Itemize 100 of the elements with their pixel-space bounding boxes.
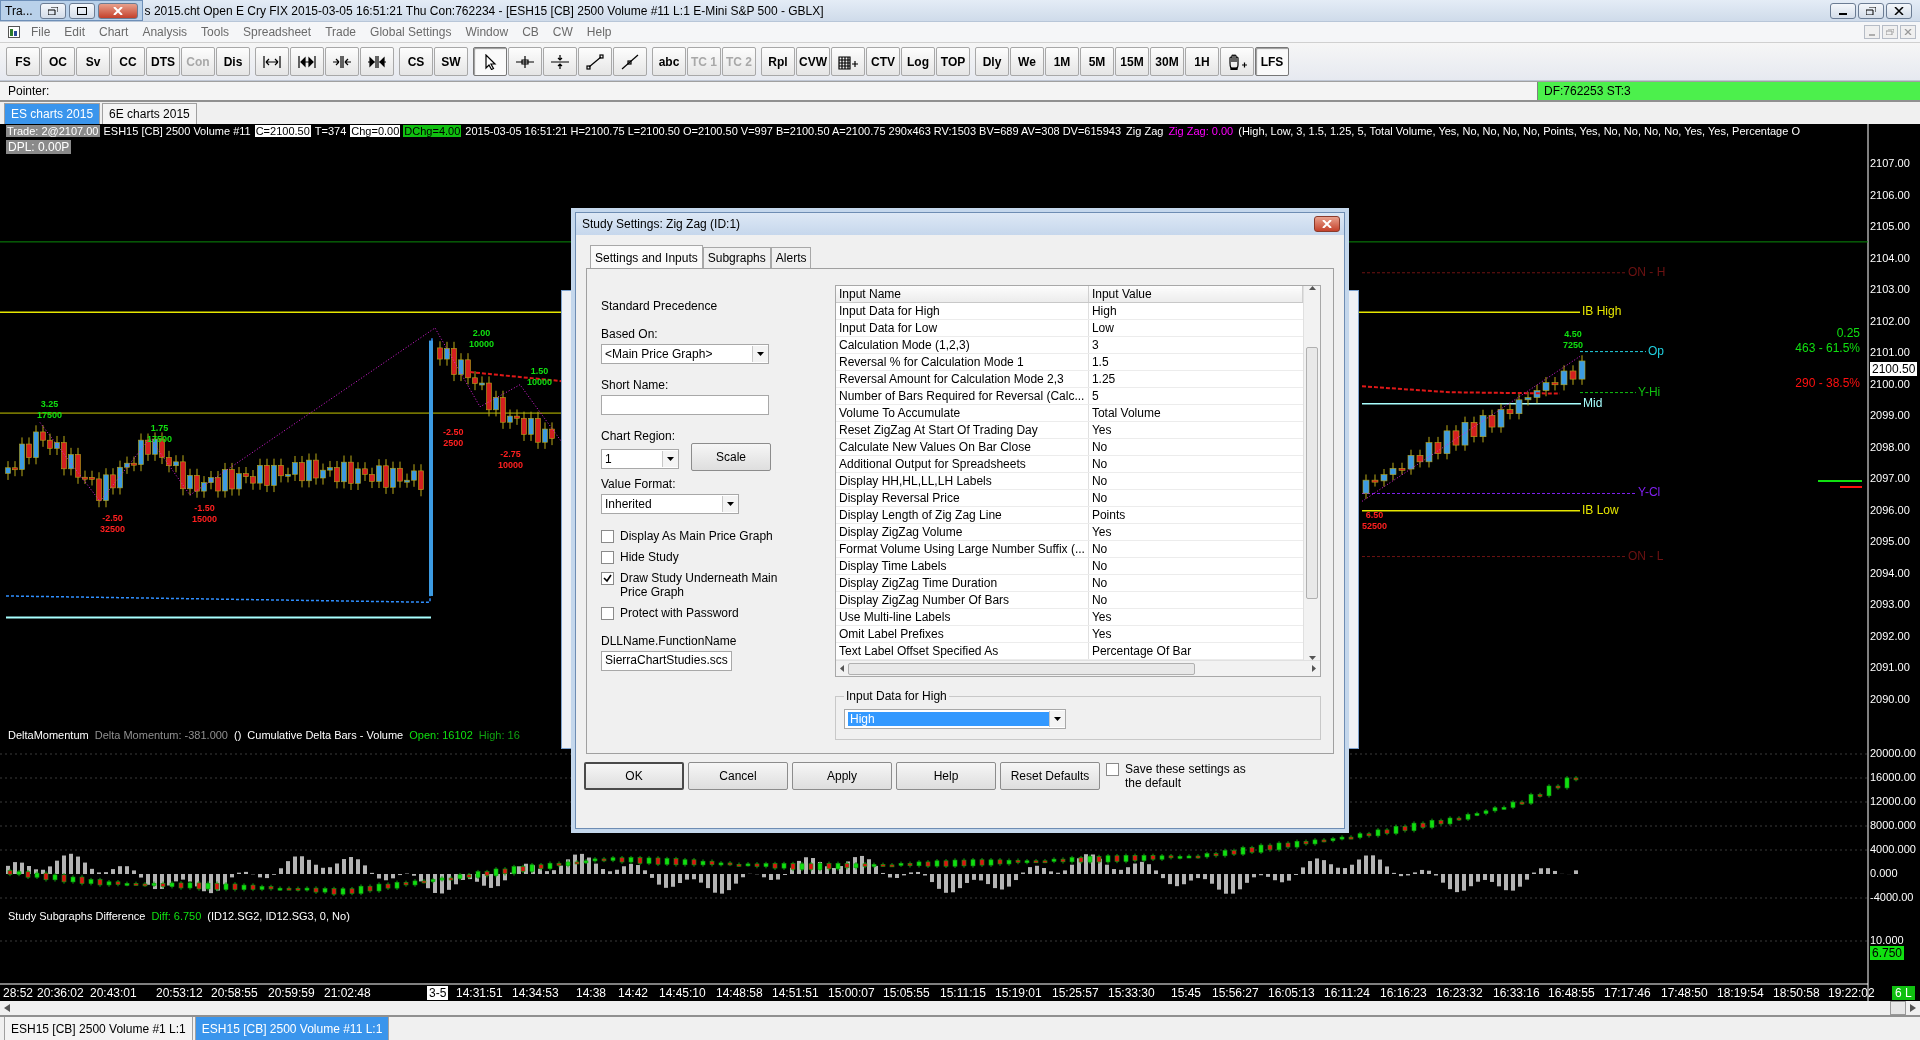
toolbar-button[interactable]: 15M xyxy=(1115,47,1149,76)
chart-tab[interactable]: ESH15 [CB] 2500 Volume #1 L:1 xyxy=(4,1017,193,1040)
table-cell[interactable]: Reversal Amount for Calculation Mode 2,3 xyxy=(836,370,1089,388)
toolbar-button[interactable]: CS xyxy=(399,47,433,76)
table-cell[interactable]: No xyxy=(1088,455,1303,473)
toolbar-button[interactable]: TOP xyxy=(936,47,970,76)
chart-info-text: DChg=4.00 xyxy=(403,125,462,137)
dialog-button[interactable]: Reset Defaults xyxy=(1000,762,1100,790)
dialog-button[interactable]: OK xyxy=(584,762,684,790)
toolbar-button[interactable]: 30M xyxy=(1150,47,1184,76)
table-cell[interactable]: Input Data for High xyxy=(836,302,1089,320)
table-cell[interactable]: 5 xyxy=(1088,387,1303,405)
toolbar-button[interactable]: We xyxy=(1010,47,1044,76)
table-cell[interactable]: Input Data for Low xyxy=(836,319,1089,337)
chartbook-tab[interactable]: 6E charts 2015 xyxy=(102,103,197,124)
table-cell[interactable]: No xyxy=(1088,591,1303,609)
table-cell[interactable]: Text Label Offset Specified As xyxy=(836,642,1089,660)
table-cell[interactable]: Volume To Accumulate xyxy=(836,404,1089,422)
table-cell[interactable]: 1.5 xyxy=(1088,353,1303,371)
time-label: 14:42 xyxy=(618,986,649,1000)
axis-label: 2100.00 xyxy=(1870,377,1910,390)
price-label: 2100.50 xyxy=(1870,361,1918,376)
table-cell[interactable]: Use Multi-line Labels xyxy=(836,608,1089,626)
table-cell[interactable]: No xyxy=(1088,540,1303,558)
table-cell[interactable]: Display HH,HL,LL,LH Labels xyxy=(836,472,1089,490)
menu-item[interactable]: File xyxy=(24,25,58,39)
time-label: 14:38 xyxy=(576,986,607,1000)
dialog-button[interactable]: Apply xyxy=(792,762,892,790)
table-cell[interactable]: Calculation Mode (1,2,3) xyxy=(836,336,1089,354)
table-cell[interactable]: Low xyxy=(1088,319,1303,337)
table-cell[interactable]: Yes xyxy=(1088,421,1303,439)
table-cell[interactable]: Yes xyxy=(1088,608,1303,626)
column-header[interactable]: Input Value xyxy=(1088,286,1303,303)
toolbar-button[interactable]: abc xyxy=(652,47,686,76)
table-cell[interactable]: Display ZigZag Volume xyxy=(836,523,1089,541)
table-cell[interactable]: Yes xyxy=(1088,523,1303,541)
table-cell[interactable]: Reversal % for Calculation Mode 1 xyxy=(836,353,1089,371)
toolbar-button[interactable]: Dly xyxy=(975,47,1009,76)
input-field[interactable]: SierraChartStudies.scs xyxy=(601,651,732,671)
table-cell[interactable]: Display Reversal Price xyxy=(836,489,1089,507)
toolbar-button[interactable]: CTV xyxy=(866,47,900,76)
scale-button[interactable]: Scale xyxy=(691,443,771,471)
toolbar-button[interactable]: OC xyxy=(41,47,75,76)
toolbar-button[interactable]: DTS xyxy=(146,47,180,76)
table-cell[interactable]: Additional Output for Spreadsheets xyxy=(836,455,1089,473)
toolbar-button[interactable]: LFS xyxy=(1255,47,1289,76)
menu-item[interactable]: Help xyxy=(579,25,619,39)
menu-item[interactable]: Edit xyxy=(57,25,93,39)
table-cell[interactable]: Display ZigZag Number Of Bars xyxy=(836,591,1089,609)
table-cell[interactable]: Points xyxy=(1088,506,1303,524)
menu-item[interactable]: Global Settings xyxy=(363,25,459,39)
toolbar-button[interactable]: 5M xyxy=(1080,47,1114,76)
dialog-tab[interactable]: Settings and Inputs xyxy=(590,245,703,268)
table-cell[interactable]: Percentage Of Bar xyxy=(1088,642,1303,660)
dialog-tab[interactable]: Subgraphs xyxy=(702,247,771,268)
dialog-button[interactable]: Cancel xyxy=(688,762,788,790)
toolbar-button[interactable]: SW xyxy=(434,47,468,76)
table-cell[interactable]: Display Time Labels xyxy=(836,557,1089,575)
table-cell[interactable]: Number of Bars Required for Reversal (Calc... xyxy=(836,387,1089,405)
menu-item[interactable]: Chart xyxy=(92,25,136,39)
menu-item[interactable]: CW xyxy=(545,25,580,39)
table-cell[interactable]: No xyxy=(1088,557,1303,575)
time-label: 17:17:46 xyxy=(1604,986,1651,1000)
table-cell[interactable]: No xyxy=(1088,438,1303,456)
table-cell[interactable]: Display Length of Zig Zag Line xyxy=(836,506,1089,524)
table-cell[interactable]: No xyxy=(1088,489,1303,507)
value-format-dropdown[interactable]: Inherited xyxy=(601,494,739,514)
table-cell[interactable]: 1.25 xyxy=(1088,370,1303,388)
table-cell[interactable]: High xyxy=(1088,302,1303,320)
toolbar-button[interactable]: 1H xyxy=(1185,47,1219,76)
based-on-dropdown[interactable]: <Main Price Graph> xyxy=(601,344,769,364)
table-cell[interactable]: Total Volume xyxy=(1088,404,1303,422)
toolbar-button[interactable]: Rpl xyxy=(761,47,795,76)
menu-item[interactable]: Trade xyxy=(318,25,364,39)
menu-item[interactable]: CB xyxy=(515,25,546,39)
toolbar-button[interactable]: CC xyxy=(111,47,145,76)
toolbar-button[interactable]: CVW xyxy=(796,47,830,76)
toolbar-button[interactable]: 1M xyxy=(1045,47,1079,76)
table-cell[interactable]: Calculate New Values On Bar Close xyxy=(836,438,1089,456)
table-cell[interactable]: Reset ZigZag At Start Of Trading Day xyxy=(836,421,1089,439)
toolbar-button[interactable]: Dis xyxy=(216,47,250,76)
toolbar-button[interactable]: Log xyxy=(901,47,935,76)
table-cell[interactable]: No xyxy=(1088,574,1303,592)
dialog-tab[interactable]: Alerts xyxy=(770,247,812,268)
column-header[interactable]: Input Name xyxy=(836,286,1089,303)
menu-item[interactable]: Analysis xyxy=(135,25,195,39)
menu-item[interactable]: Spreadsheet xyxy=(236,25,319,39)
chart-region-dropdown[interactable]: 1 xyxy=(601,448,679,469)
table-cell[interactable]: No xyxy=(1088,472,1303,490)
table-cell[interactable]: Format Volume Using Large Number Suffix (... xyxy=(836,540,1089,558)
table-cell[interactable]: 3 xyxy=(1088,336,1303,354)
table-cell[interactable]: Omit Label Prefixes xyxy=(836,625,1089,643)
dialog-button[interactable]: Help xyxy=(896,762,996,790)
table-cell[interactable]: Display ZigZag Time Duration xyxy=(836,574,1089,592)
table-cell[interactable]: Yes xyxy=(1088,625,1303,643)
menu-item[interactable]: Tools xyxy=(194,25,237,39)
toolbar-button[interactable]: Sv xyxy=(76,47,110,76)
menu-item[interactable]: Window xyxy=(458,25,516,39)
toolbar-button[interactable]: FS xyxy=(6,47,40,76)
time-label: 17:48:50 xyxy=(1661,986,1708,1000)
